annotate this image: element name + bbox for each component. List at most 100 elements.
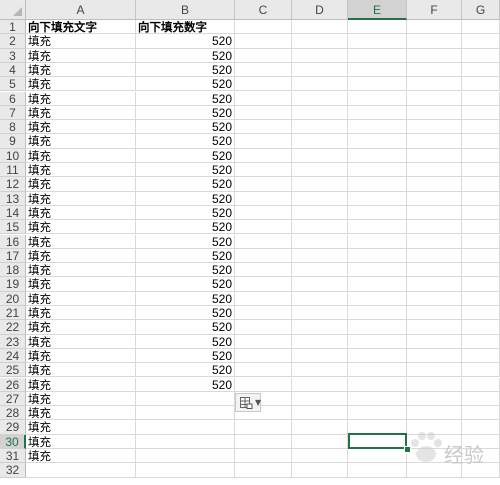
cell-c23[interactable] xyxy=(235,334,292,349)
row-header-31[interactable]: 31 xyxy=(0,449,26,464)
cell-a25[interactable]: 填充 xyxy=(26,363,136,378)
cell-f19[interactable] xyxy=(407,277,462,292)
cell-a29[interactable]: 填充 xyxy=(26,420,136,435)
row-header-24[interactable]: 24 xyxy=(0,348,26,364)
cell-e5[interactable] xyxy=(348,77,407,92)
cell-e1[interactable] xyxy=(348,20,407,35)
cell-b3[interactable]: 520 xyxy=(136,48,235,63)
cell-d21[interactable] xyxy=(292,306,348,321)
row-header-30[interactable]: 30 xyxy=(0,434,26,449)
cell-b18[interactable]: 520 xyxy=(136,263,235,278)
cell-e6[interactable] xyxy=(348,91,407,106)
cell-g22[interactable] xyxy=(462,320,500,335)
cell-a18[interactable]: 填充 xyxy=(26,263,136,278)
cell-g12[interactable] xyxy=(462,177,500,192)
cell-f1[interactable] xyxy=(407,20,462,35)
cell-e3[interactable] xyxy=(348,48,407,63)
cell-f11[interactable] xyxy=(407,163,462,178)
cell-g13[interactable] xyxy=(462,191,500,206)
cell-e7[interactable] xyxy=(348,105,407,121)
cell-g16[interactable] xyxy=(462,234,500,249)
cell-c19[interactable] xyxy=(235,277,292,292)
row-header-10[interactable]: 10 xyxy=(0,148,26,163)
cell-e2[interactable] xyxy=(348,34,407,49)
cell-a8[interactable]: 填充 xyxy=(26,120,136,135)
cell-c9[interactable] xyxy=(235,134,292,149)
row-header-28[interactable]: 28 xyxy=(0,406,26,421)
cell-d13[interactable] xyxy=(292,191,348,206)
cell-e18[interactable] xyxy=(348,263,407,278)
cell-b16[interactable]: 520 xyxy=(136,234,235,249)
cell-e8[interactable] xyxy=(348,120,407,135)
cell-f10[interactable] xyxy=(407,148,462,163)
row-header-23[interactable]: 23 xyxy=(0,334,26,349)
cell-g10[interactable] xyxy=(462,148,500,163)
cell-a26[interactable]: 填充 xyxy=(26,377,136,392)
row-header-20[interactable]: 20 xyxy=(0,291,26,306)
cell-f4[interactable] xyxy=(407,62,462,78)
cell-a31[interactable]: 填充 xyxy=(26,449,136,464)
cell-d20[interactable] xyxy=(292,291,348,306)
row-header-2[interactable]: 2 xyxy=(0,34,26,49)
cell-d22[interactable] xyxy=(292,320,348,335)
cell-e21[interactable] xyxy=(348,306,407,321)
cell-c16[interactable] xyxy=(235,234,292,249)
cell-d12[interactable] xyxy=(292,177,348,192)
cell-f21[interactable] xyxy=(407,306,462,321)
row-header-9[interactable]: 9 xyxy=(0,134,26,149)
cell-b32[interactable] xyxy=(136,463,235,478)
cell-g7[interactable] xyxy=(462,105,500,121)
cell-d26[interactable] xyxy=(292,377,348,392)
cell-b10[interactable]: 520 xyxy=(136,148,235,163)
cell-f15[interactable] xyxy=(407,220,462,235)
row-header-26[interactable]: 26 xyxy=(0,377,26,392)
cell-g3[interactable] xyxy=(462,48,500,63)
cell-c17[interactable] xyxy=(235,248,292,264)
cell-b28[interactable] xyxy=(136,406,235,421)
row-header-15[interactable]: 15 xyxy=(0,220,26,235)
cell-g9[interactable] xyxy=(462,134,500,149)
cell-b27[interactable] xyxy=(136,391,235,407)
cell-c4[interactable] xyxy=(235,62,292,78)
cell-d1[interactable] xyxy=(292,20,348,35)
cell-g23[interactable] xyxy=(462,334,500,349)
auto-fill-options-button[interactable]: ▼ xyxy=(235,393,261,412)
cell-a16[interactable]: 填充 xyxy=(26,234,136,249)
cell-f16[interactable] xyxy=(407,234,462,249)
cell-f22[interactable] xyxy=(407,320,462,335)
cell-e9[interactable] xyxy=(348,134,407,149)
cell-c29[interactable] xyxy=(235,420,292,435)
spreadsheet[interactable]: A B C D E F G 1 向下填充文字 向下填充数字 2 填充 520 3 填充 520 4 填充 520 5 填… xyxy=(0,0,500,485)
row-header-3[interactable]: 3 xyxy=(0,48,26,63)
cell-d30[interactable] xyxy=(292,434,348,449)
cell-f27[interactable] xyxy=(407,391,462,407)
cell-f9[interactable] xyxy=(407,134,462,149)
column-header-e[interactable]: E xyxy=(348,0,407,20)
cell-c20[interactable] xyxy=(235,291,292,306)
cell-e27[interactable] xyxy=(348,391,407,407)
select-all-corner[interactable] xyxy=(0,0,26,20)
cell-d10[interactable] xyxy=(292,148,348,163)
cell-f12[interactable] xyxy=(407,177,462,192)
cell-e22[interactable] xyxy=(348,320,407,335)
cell-g17[interactable] xyxy=(462,248,500,264)
column-header-c[interactable]: C xyxy=(235,0,292,20)
cell-c10[interactable] xyxy=(235,148,292,163)
cell-b15[interactable]: 520 xyxy=(136,220,235,235)
cell-c25[interactable] xyxy=(235,363,292,378)
cell-e32[interactable] xyxy=(348,463,407,478)
cell-d25[interactable] xyxy=(292,363,348,378)
cell-b7[interactable]: 520 xyxy=(136,105,235,121)
row-header-1[interactable]: 1 xyxy=(0,20,26,35)
cell-b26[interactable]: 520 xyxy=(136,377,235,392)
cell-e17[interactable] xyxy=(348,248,407,264)
row-header-5[interactable]: 5 xyxy=(0,77,26,92)
cell-a27[interactable]: 填充 xyxy=(26,391,136,407)
cell-d28[interactable] xyxy=(292,406,348,421)
cell-b9[interactable]: 520 xyxy=(136,134,235,149)
active-cell-e30[interactable] xyxy=(348,433,407,449)
cell-a14[interactable]: 填充 xyxy=(26,205,136,221)
cell-e23[interactable] xyxy=(348,334,407,349)
cell-d8[interactable] xyxy=(292,120,348,135)
row-header-19[interactable]: 19 xyxy=(0,277,26,292)
